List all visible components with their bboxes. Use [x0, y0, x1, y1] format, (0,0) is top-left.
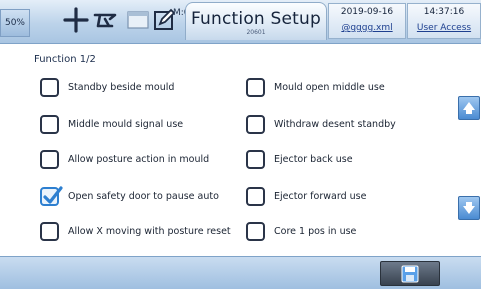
option-label: Withdraw desent standby	[274, 119, 396, 130]
right-option-5[interactable]: Core 1 pos in use	[246, 222, 356, 241]
save-button[interactable]	[380, 261, 440, 286]
left-option-2[interactable]: Middle mould signal use	[40, 115, 183, 134]
page-up-button[interactable]	[458, 96, 480, 120]
right-option-2[interactable]: Withdraw desent standby	[246, 115, 396, 134]
option-checkbox[interactable]	[40, 78, 59, 97]
option-checkbox[interactable]	[246, 115, 265, 134]
time-text: 14:37:16	[423, 7, 465, 17]
time-access-box: 14:37:16 User Access	[407, 3, 481, 39]
right-option-4[interactable]: Ejector forward use	[246, 187, 366, 206]
option-label: Middle mould signal use	[68, 119, 184, 130]
option-checkbox[interactable]	[246, 78, 265, 97]
right-option-1[interactable]: Mould open middle use	[246, 78, 385, 97]
crosshair-icon[interactable]	[62, 6, 90, 34]
option-checkbox[interactable]	[40, 150, 59, 169]
option-checkbox[interactable]	[246, 222, 265, 241]
title-tab: Function Setup 20601	[185, 2, 327, 40]
user-access-link[interactable]: User Access	[408, 23, 480, 33]
option-label: Ejector forward use	[274, 191, 367, 202]
date-user-box: 2019-09-16 @gggg.xml	[328, 3, 406, 39]
top-bar: 50% M:0 Function Setup 20601 2019-09-16 …	[0, 0, 481, 44]
save-icon	[401, 265, 419, 283]
page-down-button[interactable]	[458, 196, 480, 220]
option-label: Open safety door to pause auto	[68, 191, 219, 202]
left-option-3[interactable]: Allow posture action in mould	[40, 150, 209, 169]
option-label: Mould open middle use	[274, 82, 385, 93]
option-checkbox[interactable]	[246, 187, 265, 206]
option-label: Allow posture action in mould	[68, 154, 210, 165]
checkmark-icon	[43, 186, 63, 204]
user-file-link[interactable]: @gggg.xml	[329, 23, 405, 33]
date-text: 2019-09-16	[340, 7, 394, 17]
right-option-3[interactable]: Ejector back use	[246, 150, 353, 169]
left-option-1[interactable]: Standby beside mould	[40, 78, 174, 97]
page-title: Function Setup	[191, 9, 321, 29]
page-up-icon	[463, 102, 475, 114]
robot-arm-icon[interactable]	[92, 6, 120, 34]
option-checkbox[interactable]	[40, 186, 63, 206]
zoom-indicator[interactable]: 50%	[0, 9, 30, 37]
option-label: Core 1 pos in use	[274, 226, 357, 237]
option-label: Ejector back use	[274, 154, 353, 165]
left-option-5[interactable]: Allow X moving with posture reset	[40, 222, 231, 241]
page-down-icon	[463, 202, 475, 214]
window-icon[interactable]	[124, 6, 152, 34]
page-code: 20601	[246, 29, 266, 36]
bottom-bar	[0, 256, 481, 289]
option-checkbox[interactable]	[40, 222, 59, 241]
option-label: Standby beside mould	[68, 82, 175, 93]
option-label: Allow X moving with posture reset	[68, 226, 231, 237]
option-checkbox[interactable]	[246, 150, 265, 169]
panel-title: Function 1/2	[34, 54, 96, 65]
left-option-4[interactable]: Open safety door to pause auto	[40, 186, 219, 206]
option-checkbox[interactable]	[40, 115, 59, 134]
